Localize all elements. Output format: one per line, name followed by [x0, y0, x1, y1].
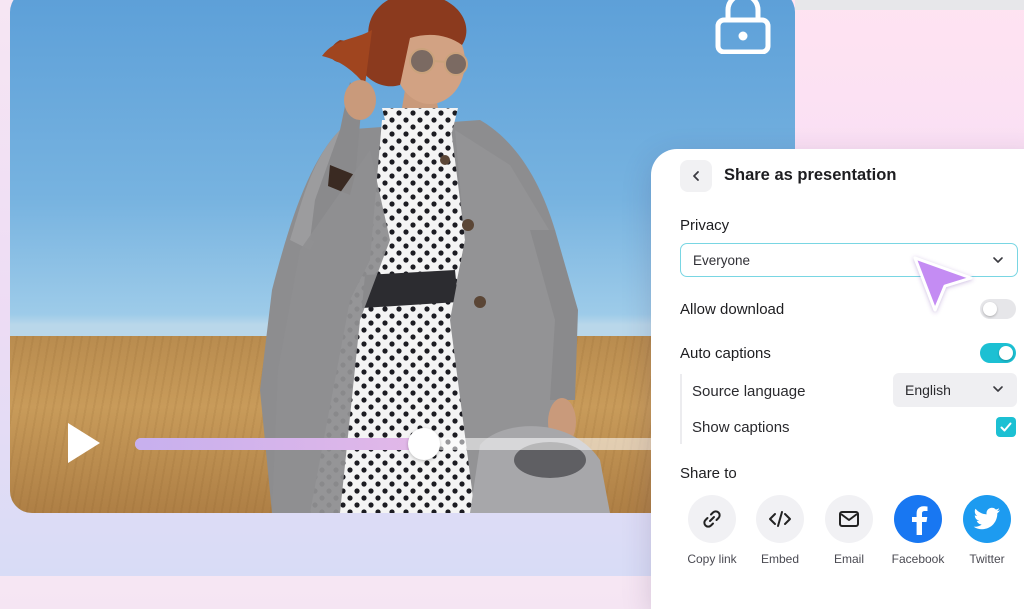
cursor-pointer-icon	[913, 256, 973, 312]
chevron-left-icon	[693, 171, 699, 181]
share-twitter[interactable]: Twitter	[952, 495, 1022, 566]
share-option-label: Twitter	[969, 552, 1005, 566]
source-language-dropdown[interactable]: English	[893, 373, 1017, 407]
share-option-label: Embed	[760, 552, 800, 566]
back-button[interactable]	[680, 160, 712, 192]
share-panel: Share as presentation Privacy Everyone A…	[651, 149, 1024, 609]
video-progress-handle[interactable]	[407, 428, 440, 460]
share-embed[interactable]: Embed	[745, 495, 815, 566]
toggle-knob	[983, 302, 997, 316]
link-icon	[703, 510, 721, 528]
chevron-down-icon	[993, 386, 1003, 392]
copy-link-button[interactable]	[688, 495, 736, 543]
video-progress-bar[interactable]	[135, 428, 660, 460]
twitter-button[interactable]	[963, 495, 1011, 543]
lock-icon	[715, 0, 771, 54]
privacy-selected-value: Everyone	[693, 253, 751, 268]
toggle-knob	[999, 346, 1013, 360]
share-email[interactable]: Email	[814, 495, 884, 566]
auto-captions-label: Auto captions	[680, 345, 771, 362]
source-language-label: Source language	[692, 383, 806, 400]
share-option-label: Email	[833, 552, 864, 566]
embed-button[interactable]	[756, 495, 804, 543]
allow-download-toggle[interactable]	[980, 299, 1016, 319]
video-progress-fill	[135, 438, 424, 450]
email-button[interactable]	[825, 495, 873, 543]
share-option-label: Copy link	[687, 552, 737, 566]
twitter-icon	[973, 507, 1000, 530]
auto-captions-toggle[interactable]	[980, 343, 1016, 363]
captions-group-rule	[680, 374, 682, 444]
share-option-label: Facebook	[891, 552, 945, 566]
allow-download-label: Allow download	[680, 301, 785, 318]
share-to-label: Share to	[680, 465, 737, 482]
chevron-down-icon	[993, 257, 1003, 263]
code-icon	[769, 511, 791, 527]
facebook-button[interactable]	[894, 495, 942, 543]
top-strip	[795, 0, 1024, 10]
source-language-value: English	[905, 382, 951, 398]
checkmark-icon	[1000, 422, 1012, 432]
share-facebook[interactable]: Facebook	[883, 495, 953, 566]
play-icon[interactable]	[66, 421, 102, 465]
panel-title: Share as presentation	[724, 166, 897, 184]
envelope-icon	[839, 511, 859, 527]
show-captions-checkbox[interactable]	[996, 417, 1016, 437]
privacy-label: Privacy	[680, 217, 730, 234]
facebook-icon	[912, 506, 928, 535]
show-captions-label: Show captions	[692, 419, 790, 436]
share-copy-link[interactable]: Copy link	[677, 495, 747, 566]
